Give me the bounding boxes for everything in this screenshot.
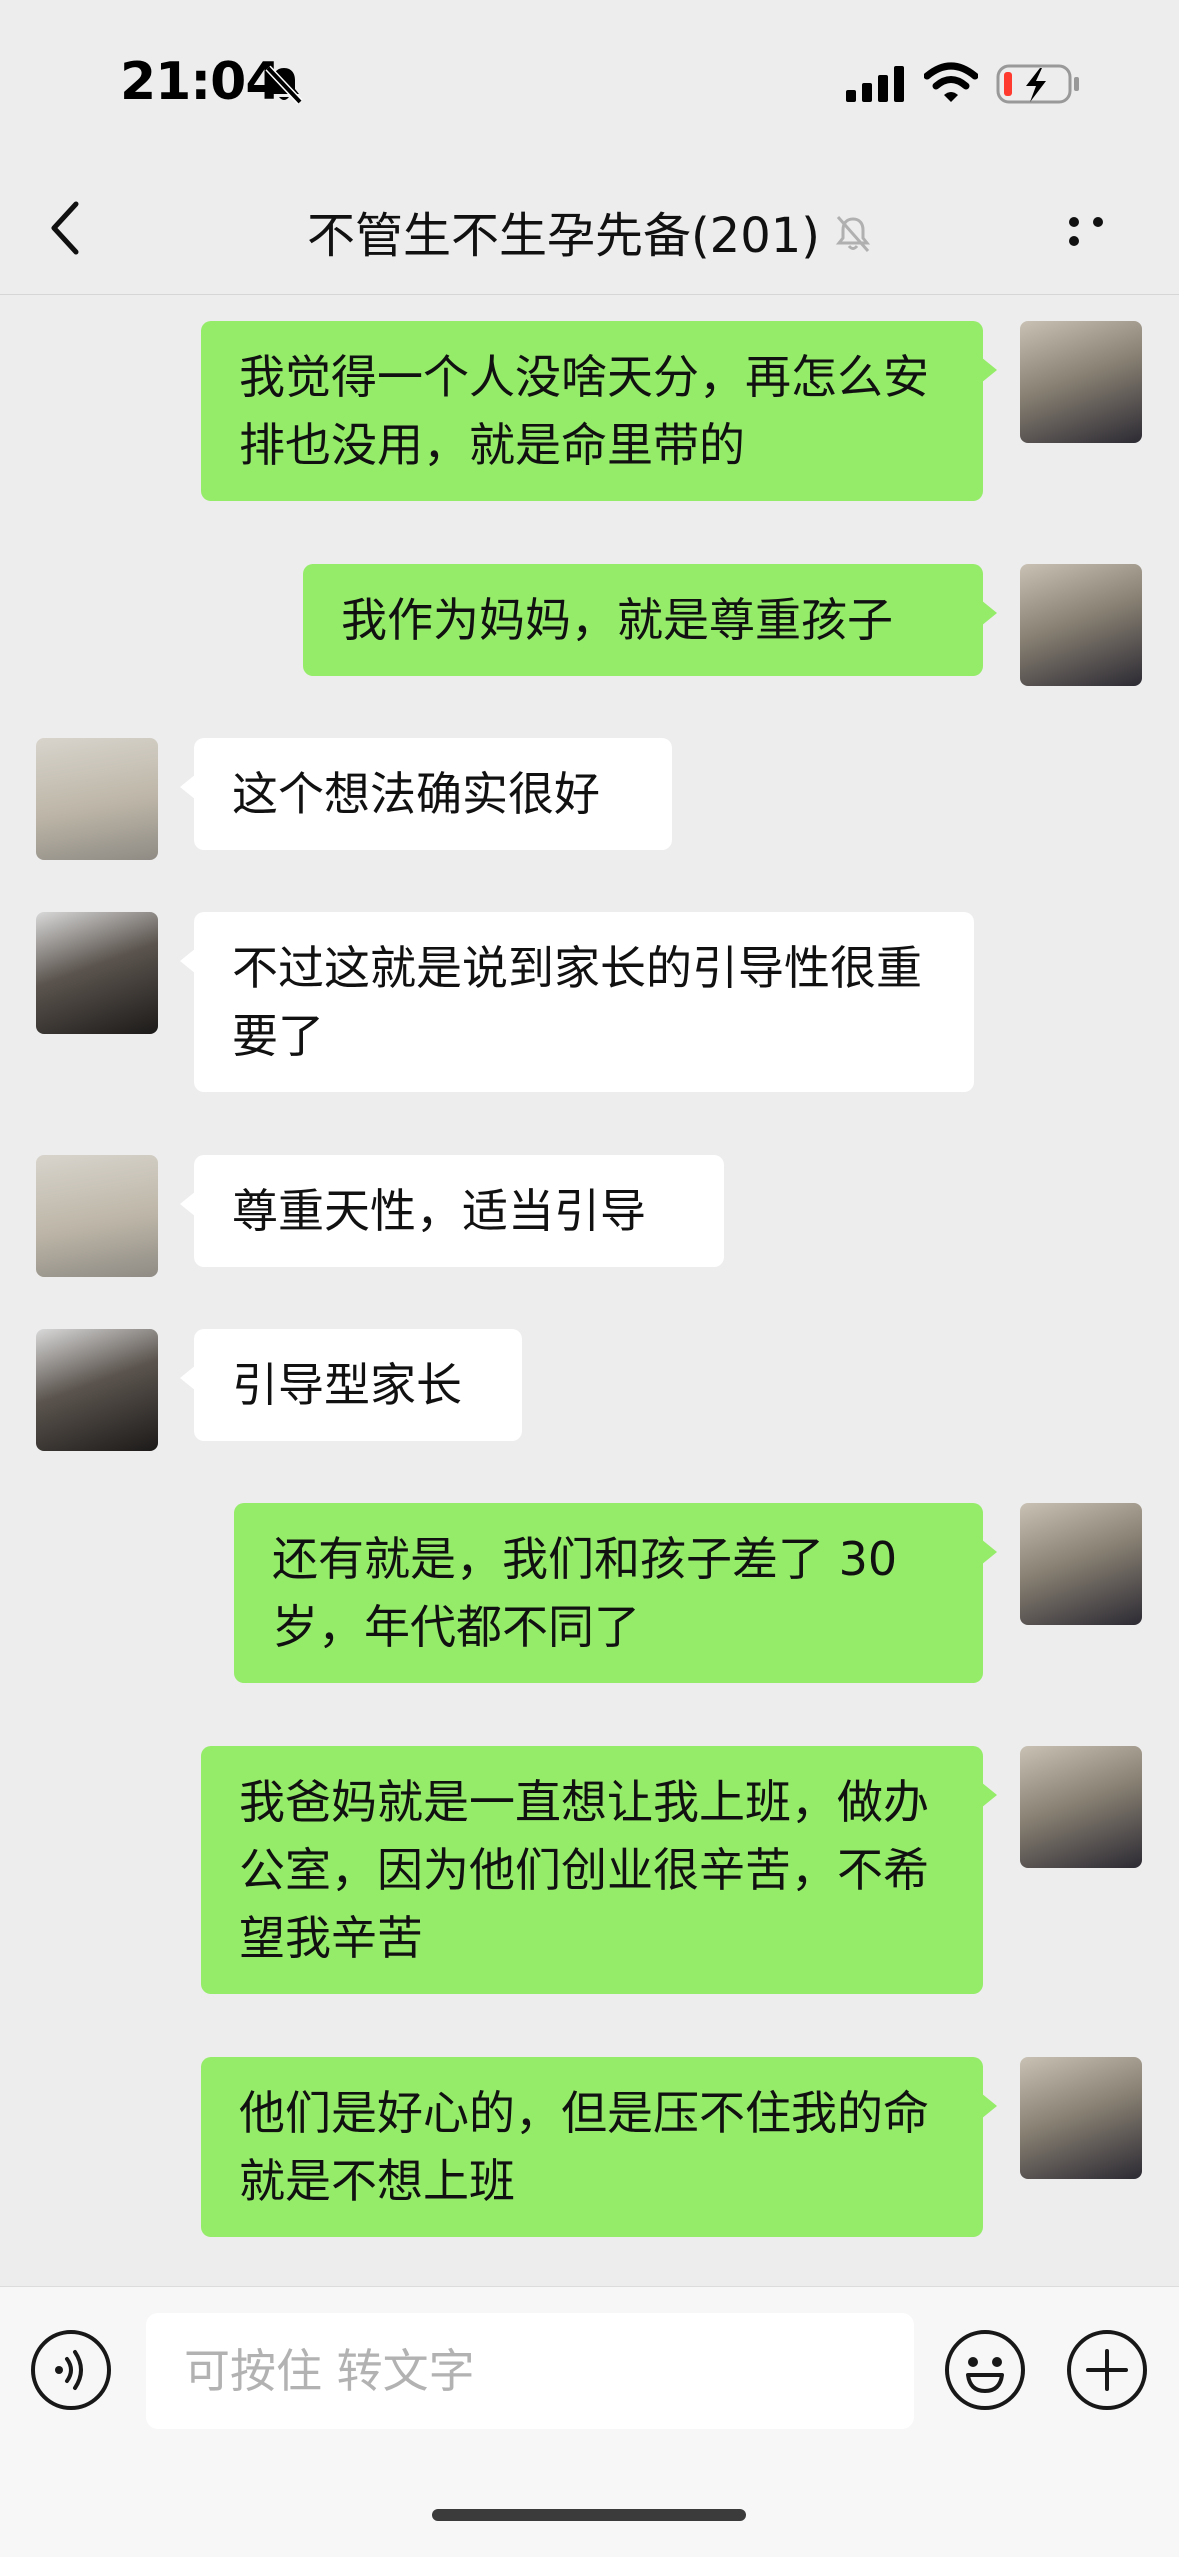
input-bar: 可按住 转文字 [0,2286,1179,2557]
avatar[interactable] [36,912,158,1034]
message-bubble[interactable]: 我作为妈妈，就是尊重孩子 [303,564,997,676]
bell-off-icon [262,62,306,110]
message-input[interactable]: 可按住 转文字 [146,2313,914,2429]
more-icon[interactable] [1062,212,1132,246]
mute-icon [834,211,872,267]
voice-icon[interactable] [30,2329,112,2411]
home-indicator [432,2509,746,2521]
message-bubble[interactable]: 不过这就是说到家长的引导性很重要了 [180,912,974,1092]
avatar[interactable] [36,738,158,860]
signal-icon [846,66,906,106]
wifi-icon [923,62,979,108]
message-bubble[interactable]: 他们是好心的，但是压不住我的命就是不想上班 [201,2057,997,2237]
message-bubble[interactable]: 我爸妈就是一直想让我上班，做办公室，因为他们创业很辛苦，不希望我辛苦 [201,1746,997,1994]
avatar[interactable] [1020,1746,1142,1868]
message-bubble[interactable]: 引导型家长 [180,1329,522,1441]
avatar[interactable] [1020,321,1142,443]
emoji-icon[interactable] [944,2329,1026,2411]
battery-charging-icon [996,62,1082,110]
avatar[interactable] [1020,1503,1142,1625]
chat-title-row: 不管生不生孕先备(201) [0,196,1179,267]
avatar[interactable] [36,1155,158,1277]
message-bubble[interactable]: 还有就是，我们和孩子差了 30 岁，年代都不同了 [234,1503,997,1683]
message-bubble[interactable]: 这个想法确实很好 [180,738,672,850]
status-time: 21:04 [120,52,282,112]
avatar[interactable] [1020,2057,1142,2179]
avatar[interactable] [1020,564,1142,686]
avatar[interactable] [36,1329,158,1451]
status-bar: 21:04 [0,0,1179,170]
chat-header: 不管生不生孕先备(201) [0,170,1179,295]
message-bubble[interactable]: 尊重天性，适当引导 [180,1155,724,1267]
plus-icon[interactable] [1066,2329,1148,2411]
message-bubble[interactable]: 我觉得一个人没啥天分，再怎么安排也没用，就是命里带的 [201,321,997,501]
chat-title: 不管生不生孕先备(201) [306,208,821,264]
